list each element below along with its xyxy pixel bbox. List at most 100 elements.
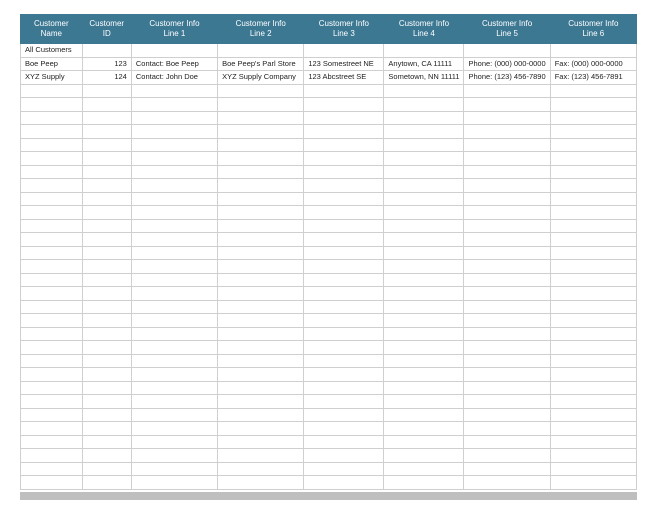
cell[interactable] (550, 98, 636, 112)
cell-line5[interactable]: Phone: (123) 456-7890 (464, 71, 550, 85)
cell[interactable] (82, 381, 131, 395)
cell[interactable] (550, 381, 636, 395)
cell[interactable] (384, 138, 464, 152)
cell[interactable] (550, 327, 636, 341)
cell[interactable] (304, 354, 384, 368)
cell[interactable] (304, 300, 384, 314)
cell[interactable] (131, 435, 217, 449)
cell[interactable] (304, 435, 384, 449)
cell[interactable] (131, 246, 217, 260)
cell[interactable] (464, 219, 550, 233)
cell[interactable] (82, 287, 131, 301)
cell[interactable] (131, 476, 217, 490)
cell-line4[interactable]: Sometown, NN 11111 (384, 71, 464, 85)
cell[interactable] (218, 44, 304, 58)
cell[interactable] (550, 84, 636, 98)
cell[interactable] (304, 395, 384, 409)
cell[interactable] (384, 287, 464, 301)
cell[interactable] (304, 179, 384, 193)
cell[interactable] (82, 192, 131, 206)
cell[interactable] (21, 98, 83, 112)
cell[interactable] (82, 84, 131, 98)
cell[interactable] (218, 395, 304, 409)
cell[interactable] (218, 273, 304, 287)
cell-line2[interactable]: XYZ Supply Company (218, 71, 304, 85)
cell[interactable] (384, 462, 464, 476)
cell[interactable] (218, 368, 304, 382)
cell[interactable] (550, 44, 636, 58)
cell[interactable] (464, 449, 550, 463)
cell[interactable] (21, 246, 83, 260)
cell[interactable] (550, 300, 636, 314)
cell[interactable] (384, 84, 464, 98)
cell[interactable] (550, 125, 636, 139)
cell[interactable] (550, 206, 636, 220)
cell[interactable] (550, 476, 636, 490)
cell[interactable] (464, 287, 550, 301)
cell[interactable] (550, 287, 636, 301)
cell-line1[interactable]: Contact: Boe Peep (131, 57, 217, 71)
cell[interactable] (384, 476, 464, 490)
cell[interactable] (131, 300, 217, 314)
cell[interactable] (464, 44, 550, 58)
cell[interactable] (550, 273, 636, 287)
cell[interactable] (550, 165, 636, 179)
col-header-line3[interactable]: Customer Info Line 3 (304, 15, 384, 44)
cell[interactable] (384, 179, 464, 193)
cell[interactable] (384, 246, 464, 260)
cell[interactable] (82, 246, 131, 260)
cell[interactable] (21, 165, 83, 179)
cell[interactable] (21, 314, 83, 328)
cell[interactable] (218, 192, 304, 206)
cell[interactable] (218, 354, 304, 368)
cell[interactable] (131, 111, 217, 125)
cell[interactable] (304, 44, 384, 58)
cell[interactable] (304, 462, 384, 476)
cell[interactable] (550, 260, 636, 274)
cell-line4[interactable]: Anytown, CA 11111 (384, 57, 464, 71)
cell[interactable] (218, 314, 304, 328)
cell[interactable] (218, 165, 304, 179)
cell-id[interactable]: 124 (82, 71, 131, 85)
cell[interactable] (21, 84, 83, 98)
cell[interactable] (131, 192, 217, 206)
cell[interactable] (131, 219, 217, 233)
cell[interactable] (82, 408, 131, 422)
cell[interactable] (21, 368, 83, 382)
cell[interactable] (550, 152, 636, 166)
cell-name[interactable]: Boe Peep (21, 57, 83, 71)
cell[interactable] (464, 273, 550, 287)
cell[interactable] (131, 341, 217, 355)
group-label-cell[interactable]: All Customers (21, 44, 83, 58)
col-header-name[interactable]: Customer Name (21, 15, 83, 44)
cell[interactable] (131, 125, 217, 139)
cell[interactable] (550, 341, 636, 355)
cell[interactable] (304, 449, 384, 463)
cell[interactable] (550, 354, 636, 368)
cell[interactable] (21, 287, 83, 301)
cell[interactable] (131, 260, 217, 274)
cell[interactable] (464, 206, 550, 220)
cell[interactable] (131, 84, 217, 98)
cell[interactable] (82, 233, 131, 247)
cell[interactable] (550, 246, 636, 260)
cell[interactable] (21, 111, 83, 125)
cell[interactable] (131, 408, 217, 422)
cell[interactable] (550, 192, 636, 206)
cell[interactable] (384, 260, 464, 274)
cell[interactable] (550, 179, 636, 193)
cell[interactable] (131, 44, 217, 58)
cell[interactable] (218, 408, 304, 422)
cell[interactable] (464, 395, 550, 409)
cell[interactable] (82, 152, 131, 166)
cell[interactable] (384, 422, 464, 436)
cell[interactable] (82, 111, 131, 125)
col-header-line6[interactable]: Customer Info Line 6 (550, 15, 636, 44)
cell[interactable] (131, 327, 217, 341)
cell[interactable] (131, 206, 217, 220)
cell[interactable] (218, 476, 304, 490)
cell[interactable] (21, 341, 83, 355)
cell[interactable] (464, 435, 550, 449)
cell[interactable] (384, 273, 464, 287)
cell[interactable] (21, 476, 83, 490)
